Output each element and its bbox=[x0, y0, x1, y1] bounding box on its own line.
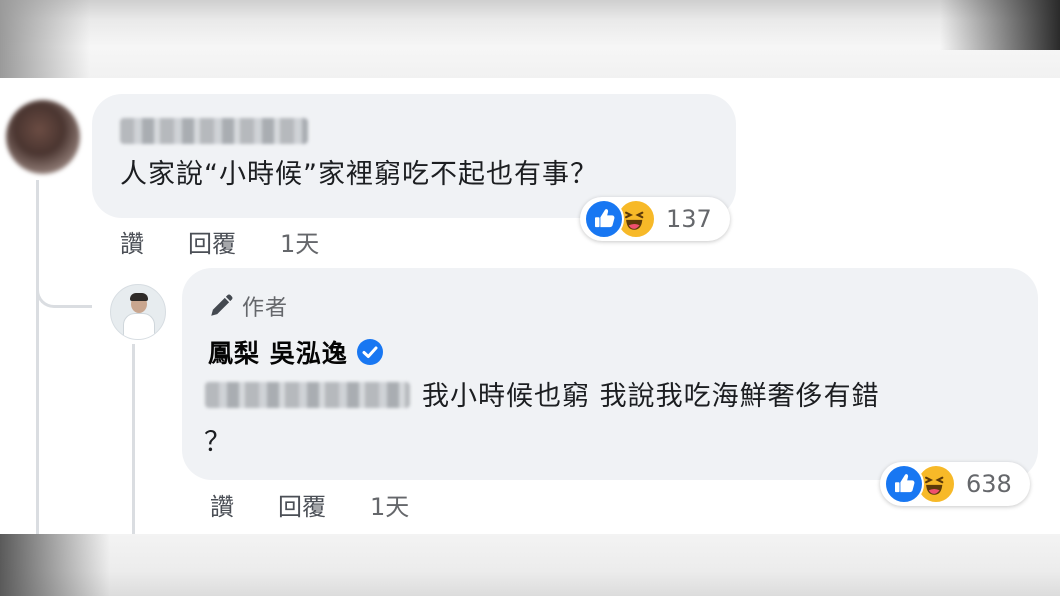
thread-connector bbox=[36, 262, 92, 308]
commenter-avatar-blurred[interactable] bbox=[6, 100, 80, 174]
verified-badge-icon bbox=[356, 339, 383, 365]
timestamp[interactable]: 1天 bbox=[280, 224, 319, 259]
video-frame-bottom-band bbox=[0, 534, 1060, 596]
reply-text: 我小時候也窮 我說我吃海鮮奢侈有錯 bbox=[422, 381, 880, 412]
video-frame-top-band bbox=[0, 0, 1060, 78]
reaction-count: 638 bbox=[966, 470, 1012, 498]
comment-actions: 讚 回覆 1天 bbox=[120, 224, 363, 259]
reply-button[interactable]: 回覆 bbox=[188, 224, 236, 259]
thread-line-main bbox=[36, 180, 39, 534]
reply-author: 鳳梨 吳泓逸 bbox=[208, 334, 384, 370]
author-badge: 作者 bbox=[208, 290, 288, 322]
like-button[interactable]: 讚 bbox=[120, 224, 144, 259]
reply-bubble bbox=[182, 268, 1038, 480]
like-reaction-icon bbox=[584, 199, 624, 239]
reaction-count: 137 bbox=[666, 205, 712, 233]
like-button[interactable]: 讚 bbox=[210, 487, 234, 522]
avatar-figure bbox=[123, 313, 155, 339]
commenter-name-blurred[interactable] bbox=[120, 118, 308, 144]
author-label: 作者 bbox=[242, 296, 289, 321]
mentioned-name-blurred[interactable] bbox=[205, 382, 410, 408]
author-avatar[interactable] bbox=[110, 284, 166, 340]
comment-reactions[interactable]: 137 bbox=[580, 197, 730, 241]
reply-reactions[interactable]: 638 bbox=[880, 462, 1030, 506]
pencil-icon bbox=[211, 294, 233, 316]
reply-text-continued: ？ bbox=[204, 427, 231, 458]
timestamp[interactable]: 1天 bbox=[370, 487, 409, 522]
author-name[interactable]: 鳳梨 吳泓逸 bbox=[208, 334, 348, 370]
reply-actions: 讚 回覆 1天 bbox=[210, 487, 453, 522]
thread-line-reply bbox=[132, 344, 135, 534]
reply-button[interactable]: 回覆 bbox=[278, 487, 326, 522]
like-reaction-icon bbox=[884, 464, 924, 504]
comment-text: 人家說“小時候”家裡窮吃不起也有事？ bbox=[120, 159, 598, 190]
